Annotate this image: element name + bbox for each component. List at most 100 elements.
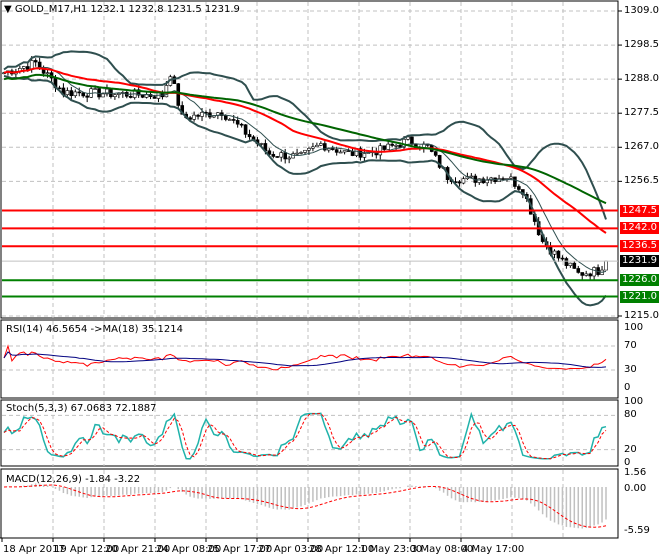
chart-header: ▼ GOLD_M17,H1 1232.1 1232.8 1231.5 1231.… (4, 4, 240, 16)
candle-body (477, 178, 482, 183)
bollinger-lower (3, 75, 607, 307)
candle-body (291, 153, 295, 159)
candle-body (584, 273, 588, 276)
candle-body (319, 143, 323, 146)
level-label: 1226.0 (620, 274, 659, 287)
candle-body (283, 152, 287, 160)
candle-body (81, 92, 86, 97)
level-label: 1247.5 (620, 204, 659, 217)
ohlc-values: 1232.1 1232.8 1231.5 1231.9 (90, 4, 240, 15)
symbol-label: GOLD_M17,H1 (14, 4, 88, 15)
macd-axis-label: -5.59 (624, 524, 650, 536)
candle-body (580, 272, 585, 276)
candle-body (315, 144, 319, 148)
candle-body (247, 134, 252, 138)
candle-body (231, 119, 236, 121)
rsi-line (3, 344, 607, 371)
candle-body (152, 96, 157, 99)
current-price-label: 1231.9 (620, 255, 659, 268)
candle-body (552, 250, 557, 255)
candle-body (243, 124, 248, 135)
candle-body (342, 150, 347, 153)
candle-body (196, 114, 200, 117)
candle-body (461, 178, 466, 184)
candle-body (45, 72, 50, 74)
candle-body (307, 148, 311, 151)
price-axis-label: 1277.5 (624, 107, 659, 119)
level-label: 1242.0 (620, 222, 659, 235)
candle-body (259, 143, 264, 145)
candle-body (509, 176, 513, 179)
candle-body (128, 96, 133, 98)
stoch-axis-label: 20 (624, 443, 637, 455)
candle-body (390, 143, 394, 146)
price-axis-label: 1256.5 (624, 175, 659, 187)
price-axis-label: 1215.0 (624, 310, 659, 321)
candle-body (556, 250, 561, 259)
candle-body (101, 93, 105, 98)
stoch-axis-label: 80 (624, 409, 637, 421)
candle-body (192, 114, 196, 120)
stoch-axis-label: 100 (624, 396, 644, 407)
stoch-signal-line (3, 413, 607, 460)
panel-frame-0 (0, 0, 619, 319)
collapse-arrow-icon[interactable]: ▼ (4, 4, 12, 15)
candle-body (564, 258, 569, 266)
price-axis-label: 1267.0 (624, 141, 659, 153)
candle-body (560, 257, 565, 260)
candle-body (334, 149, 339, 153)
candle-body (501, 178, 505, 180)
candle-body (572, 262, 577, 269)
candle-body (33, 60, 38, 63)
price-axis-label: 1309.0 (624, 5, 659, 16)
candle-body (394, 144, 398, 147)
price-axis-label: 1298.5 (624, 39, 659, 51)
macd-axis-label: 0.00 (624, 483, 647, 494)
candle-body (362, 153, 367, 158)
candle-body (299, 152, 303, 154)
candle-body (271, 154, 276, 157)
candle-body (592, 267, 596, 277)
level-label: 1221.0 (620, 290, 659, 303)
candle-body (287, 157, 291, 160)
macd-axis-label: 1.56 (624, 466, 647, 478)
candle-body (378, 145, 383, 156)
stoch-title: Stoch(5,3,3) 67.0683 72.1887 (6, 403, 157, 414)
candle-body (239, 123, 244, 126)
candle-body (588, 273, 592, 277)
candle-body (77, 91, 82, 94)
rsi-title: RSI(14) 46.5654 ->MA(18) 35.1214 (6, 324, 183, 335)
candle-body (235, 120, 240, 125)
candle-body (330, 148, 335, 150)
candle-body (398, 144, 402, 148)
candle-body (350, 151, 355, 156)
candle-body (568, 262, 573, 266)
macd-title: MACD(12,26,9) -1.84 -3.22 (6, 474, 141, 485)
candle-body (73, 91, 78, 97)
candle-body (517, 186, 521, 190)
candle-body (433, 151, 438, 156)
candle-body (576, 268, 581, 273)
candle-body (140, 94, 145, 98)
candle-body (410, 136, 414, 145)
candle-body (338, 151, 343, 154)
candle-body (22, 66, 26, 69)
rsi-axis-label: 100 (624, 322, 644, 333)
candle-body (481, 178, 486, 184)
candle-body (275, 156, 280, 158)
candle-body (85, 95, 89, 98)
rsi-axis-label: 30 (624, 364, 637, 375)
candle-body (117, 93, 121, 95)
candle-body (303, 149, 307, 153)
candle-body (65, 90, 70, 95)
candle-body (200, 112, 204, 117)
rsi-axis-label: 0 (624, 382, 631, 393)
candle-body (176, 83, 181, 106)
candle-body (279, 152, 284, 158)
candle-body (223, 115, 228, 120)
candle-body (386, 143, 390, 150)
candle-body (25, 66, 30, 70)
candle-body (227, 119, 232, 121)
rsi-axis-label: 70 (624, 340, 637, 351)
price-axis-label: 1288.0 (624, 73, 659, 85)
